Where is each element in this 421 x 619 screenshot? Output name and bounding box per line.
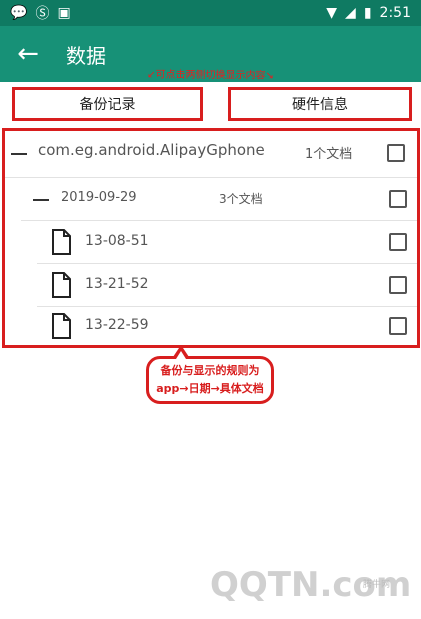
chat-bubble-icon: 💬 xyxy=(10,5,28,21)
file-icon xyxy=(52,272,71,298)
status-right: ▼ ◢ ▮ 2:51 xyxy=(326,5,411,21)
file-name: 13-08-51 xyxy=(85,233,149,249)
watermark-logo: QQTN.com xyxy=(210,565,412,605)
app-checkbox[interactable] xyxy=(387,144,405,162)
tree-file-row[interactable]: 13-08-51 xyxy=(37,221,417,264)
wifi-icon: ▼ xyxy=(326,5,338,21)
callout-line-2: app→日期→具体文档 xyxy=(156,382,264,395)
callout-tail-inner xyxy=(176,351,186,359)
file-checkbox[interactable] xyxy=(389,233,407,251)
date-doc-count: 3个文档 xyxy=(219,192,263,206)
tree-app-row[interactable]: com.eg.android.AlipayGphone 1个文档 xyxy=(5,131,417,178)
rule-callout: 备份与显示的规则为 app→日期→具体文档 xyxy=(146,356,274,404)
image-icon: ▣ xyxy=(57,5,71,21)
signal-icon: ◢ xyxy=(345,5,356,21)
file-checkbox[interactable] xyxy=(389,317,407,335)
date-label: 2019-09-29 xyxy=(61,190,137,205)
s-logo-icon: Ⓢ xyxy=(35,6,50,22)
status-left: 💬 Ⓢ ▣ xyxy=(10,3,71,23)
file-icon xyxy=(52,229,71,255)
callout-line-1: 备份与显示的规则为 xyxy=(160,364,260,377)
tab-backup-records[interactable]: 备份记录 xyxy=(12,87,203,121)
tree-file-row[interactable]: 13-21-52 xyxy=(37,264,417,307)
file-name: 13-22-59 xyxy=(85,317,149,333)
tree-date-row[interactable]: 2019-09-29 3个文档 xyxy=(21,178,417,221)
date-checkbox[interactable] xyxy=(389,190,407,208)
status-bar: 💬 Ⓢ ▣ ▼ ◢ ▮ 2:51 xyxy=(0,0,421,26)
app-doc-count: 1个文档 xyxy=(305,147,353,162)
file-icon xyxy=(52,313,71,339)
watermark-label: 腾牛网 xyxy=(363,580,391,590)
file-checkbox[interactable] xyxy=(389,276,407,294)
backup-tree: com.eg.android.AlipayGphone 1个文档 2019-09… xyxy=(2,128,420,348)
collapse-dash-icon xyxy=(33,199,49,201)
app-package-name: com.eg.android.AlipayGphone xyxy=(38,141,265,159)
battery-icon: ▮ xyxy=(363,5,372,21)
status-time: 2:51 xyxy=(379,5,411,21)
tab-hardware-info[interactable]: 硬件信息 xyxy=(228,87,412,121)
tree-file-row[interactable]: 13-22-59 xyxy=(37,307,417,345)
collapse-dash-icon xyxy=(11,153,27,155)
file-name: 13-21-52 xyxy=(85,276,149,292)
